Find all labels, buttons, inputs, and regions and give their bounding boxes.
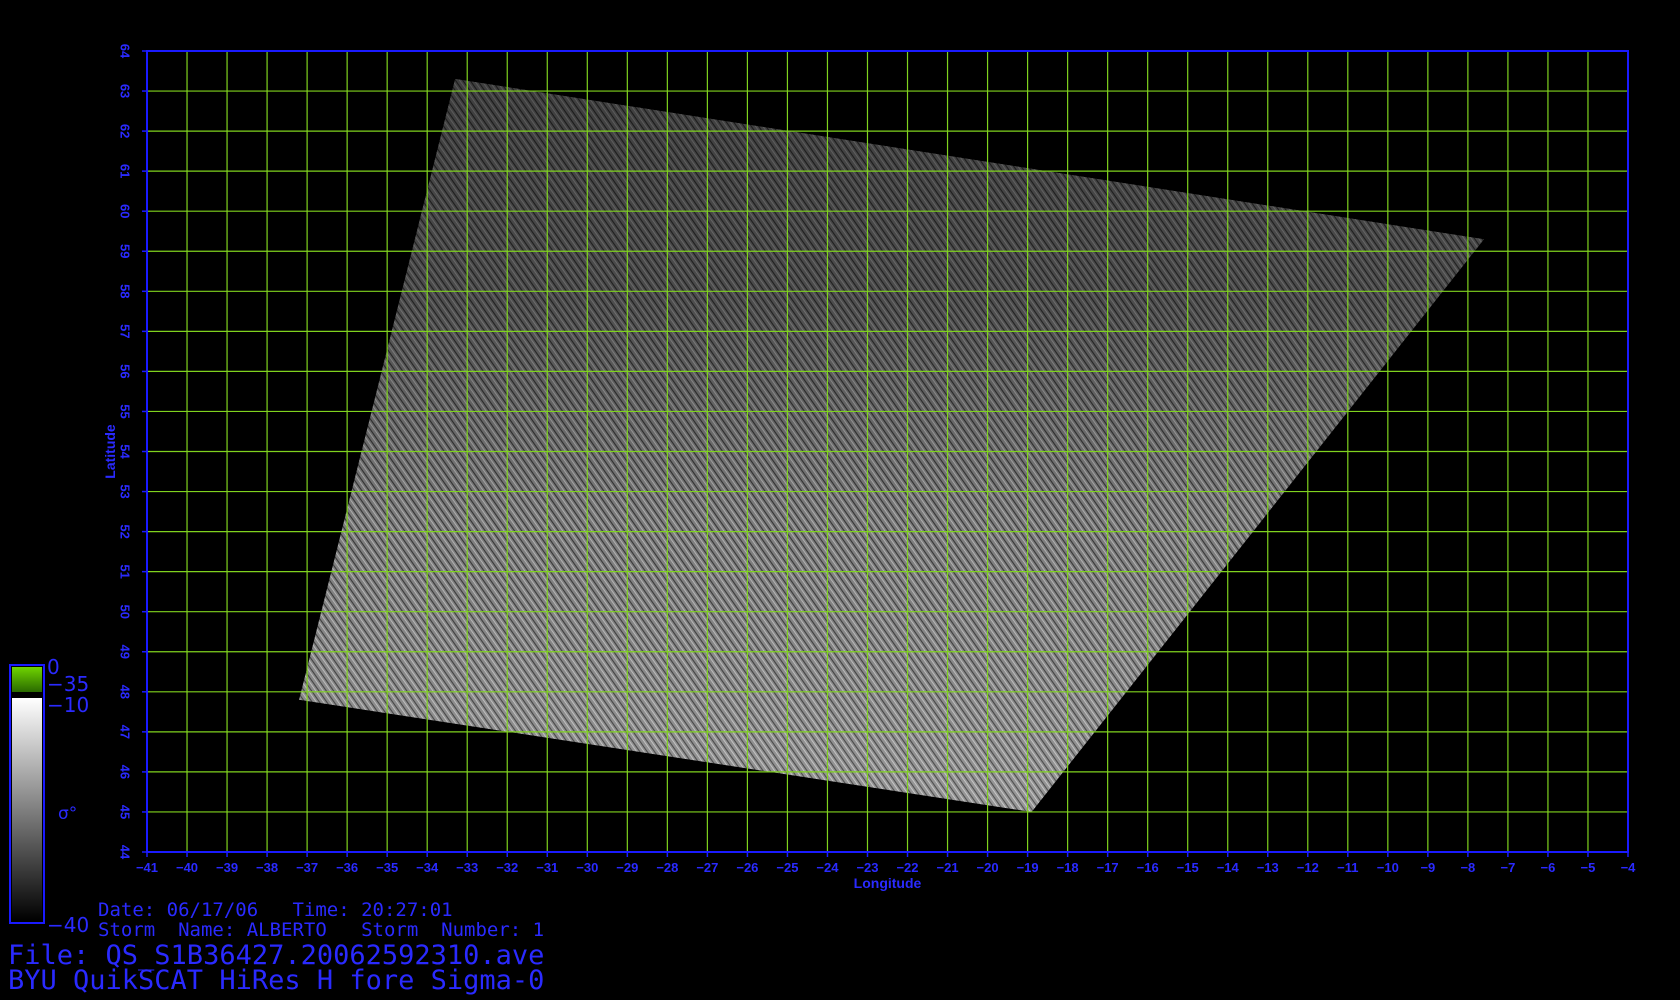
y-tick-label-1: 45 — [118, 805, 133, 819]
y-tick-label-0: 44 — [118, 845, 133, 860]
x-tick-label-17: −24 — [816, 860, 839, 875]
x-tick-label-36: −5 — [1581, 860, 1596, 875]
swath-shading — [299, 79, 1484, 812]
y-tick-label-7: 51 — [118, 564, 133, 578]
y-tick-label-10: 54 — [118, 444, 133, 459]
y-tick-label-6: 50 — [118, 604, 133, 618]
map-grid — [146, 50, 1629, 853]
x-tick-label-28: −13 — [1257, 860, 1279, 875]
y-tick-label-19: 63 — [118, 84, 133, 98]
x-tick-label-16: −25 — [776, 860, 798, 875]
x-tick-label-24: −17 — [1097, 860, 1119, 875]
x-axis-label: Longitude — [854, 875, 922, 891]
y-tick-label-12: 56 — [118, 364, 133, 378]
y-tick-label-8: 52 — [118, 524, 133, 538]
colorbar-tick-minus35: −35 — [47, 672, 90, 696]
x-tick-label-6: −35 — [376, 860, 398, 875]
x-tick-label-27: −14 — [1217, 860, 1240, 875]
x-tick-label-34: −7 — [1501, 860, 1516, 875]
y-axis-label: Latitude — [102, 424, 118, 479]
map-plot: −41 −40 −39 −38 −37 −36 −35 −34 −33 −32 −31 −30 −29 −… — [9, 44, 1637, 924]
date-time-line: Date: 06/17/06 Time: 20:27:01 — [98, 899, 453, 921]
x-tick-label-0: −41 — [136, 860, 158, 875]
x-tick-label-35: −6 — [1541, 860, 1556, 875]
x-tick-label-20: −21 — [937, 860, 959, 875]
colorbar — [9, 664, 45, 924]
x-tick-label-18: −23 — [856, 860, 878, 875]
y-tick-label-5: 49 — [118, 645, 133, 659]
y-tick-label-9: 53 — [118, 484, 133, 498]
x-tick-label-21: −20 — [977, 860, 999, 875]
colorbar-tick-minus10: −10 — [47, 693, 90, 717]
x-tick-label-23: −18 — [1057, 860, 1079, 875]
product-line: BYU QuikSCAT HiRes H fore Sigma-0 — [8, 965, 545, 996]
x-tick-label-5: −36 — [336, 860, 358, 875]
x-tick-label-1: −40 — [176, 860, 198, 875]
x-tick-label-26: −15 — [1177, 860, 1199, 875]
y-tick-label-18: 62 — [118, 124, 133, 138]
x-tick-label-11: −30 — [576, 860, 598, 875]
x-tick-label-15: −26 — [736, 860, 758, 875]
y-tick-label-3: 47 — [118, 725, 133, 739]
x-tick-label-14: −27 — [696, 860, 718, 875]
x-tick-label-25: −16 — [1137, 860, 1159, 875]
x-tick-label-37: −4 — [1621, 860, 1637, 875]
y-tick-label-11: 55 — [118, 404, 133, 418]
x-tick-label-31: −10 — [1377, 860, 1399, 875]
x-tick-label-32: −9 — [1420, 860, 1435, 875]
y-tick-label-14: 58 — [118, 284, 133, 298]
y-tick-label-13: 57 — [118, 324, 133, 338]
x-tick-label-8: −33 — [456, 860, 478, 875]
x-tick-label-33: −8 — [1460, 860, 1475, 875]
y-tick-label-17: 61 — [118, 164, 133, 178]
colorbar-tick-minus40: −40 — [47, 913, 90, 937]
x-tick-label-29: −12 — [1297, 860, 1319, 875]
colorbar-label: σ° — [58, 804, 78, 824]
x-tick-label-19: −22 — [896, 860, 918, 875]
y-tick-label-20: 64 — [118, 44, 133, 59]
x-tick-label-9: −32 — [496, 860, 518, 875]
x-tick-label-22: −19 — [1017, 860, 1039, 875]
x-tick-label-7: −34 — [416, 860, 439, 875]
x-tick-label-3: −38 — [256, 860, 278, 875]
y-tick-label-15: 59 — [118, 244, 133, 258]
x-tick-label-30: −11 — [1337, 860, 1358, 875]
x-tick-label-4: −37 — [296, 860, 318, 875]
storm-line: Storm Name: ALBERTO Storm Number: 1 — [98, 919, 545, 941]
swath-image — [299, 79, 1484, 812]
x-tick-label-13: −28 — [656, 860, 678, 875]
x-tick-label-12: −29 — [616, 860, 638, 875]
x-tick-label-10: −31 — [536, 860, 558, 875]
y-tick-label-2: 46 — [118, 765, 133, 779]
x-tick-label-2: −39 — [216, 860, 238, 875]
y-tick-label-4: 48 — [118, 685, 133, 699]
y-tick-label-16: 60 — [118, 204, 133, 218]
